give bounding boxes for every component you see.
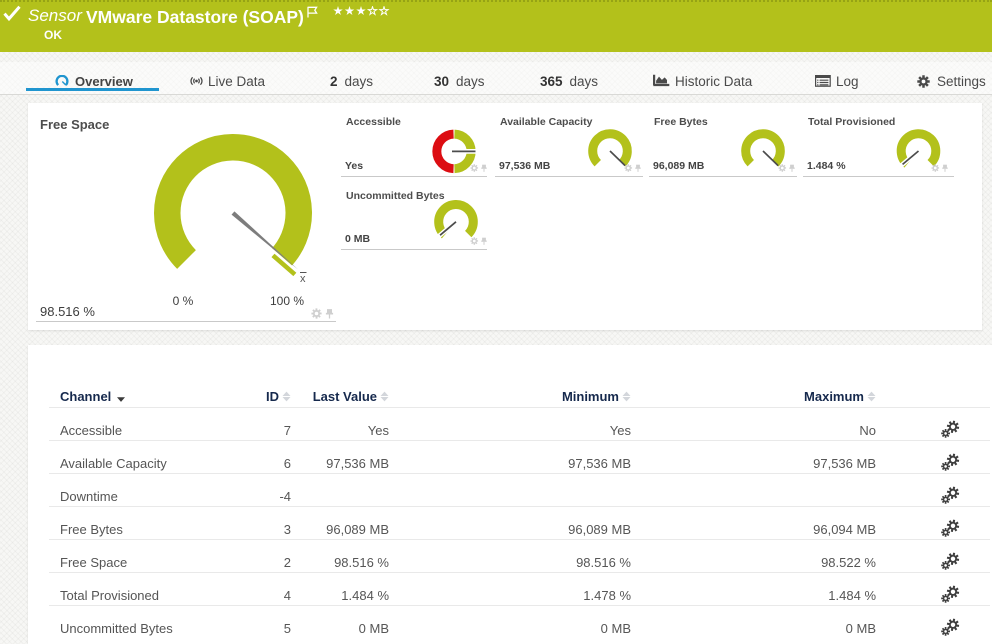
svg-text:x: x — [300, 273, 306, 285]
